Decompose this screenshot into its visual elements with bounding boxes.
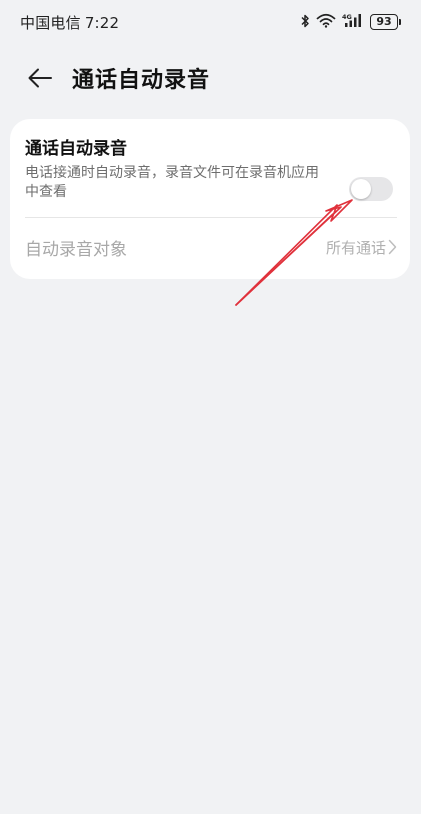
status-bar: 中国电信 7:22 4G 93	[0, 0, 421, 44]
battery-icon: 93	[370, 14, 401, 30]
signal-icon: 4G	[342, 13, 364, 32]
battery-level: 93	[370, 14, 398, 30]
record-target-value-group: 所有通话	[326, 237, 397, 258]
record-target-value: 所有通话	[325, 238, 386, 257]
status-left: 中国电信 7:22	[20, 12, 119, 33]
screen: 中国电信 7:22 4G 93 通话自动录音 通话自动录音 电话接通时自动录音，…	[0, 0, 421, 814]
network-type: 4G	[342, 13, 352, 21]
status-time: 7:22	[84, 13, 120, 32]
record-target-label: 自动录音对象	[25, 239, 127, 260]
wifi-icon	[316, 13, 336, 32]
chevron-right-icon	[388, 239, 397, 255]
auto-record-toggle[interactable]	[349, 177, 393, 201]
auto-record-description: 电话接通时自动录音，录音文件可在录音机应用中查看	[25, 165, 319, 200]
page-title: 通话自动录音	[72, 68, 211, 93]
carrier-name: 中国电信	[20, 13, 81, 32]
settings-card: 通话自动录音 电话接通时自动录音，录音文件可在录音机应用中查看 自动录音对象 所…	[10, 119, 410, 279]
auto-record-row[interactable]: 通话自动录音 电话接通时自动录音，录音文件可在录音机应用中查看	[25, 137, 395, 219]
arrow-left-icon	[28, 68, 52, 88]
back-button[interactable]	[20, 58, 60, 98]
record-target-row[interactable]: 自动录音对象 所有通话	[25, 224, 397, 270]
status-icons: 4G 93	[300, 13, 401, 32]
bluetooth-icon	[300, 13, 310, 32]
title-bar: 通话自动录音	[0, 52, 421, 104]
divider	[25, 217, 397, 218]
toggle-knob	[351, 179, 371, 199]
auto-record-title: 通话自动录音	[25, 139, 127, 159]
